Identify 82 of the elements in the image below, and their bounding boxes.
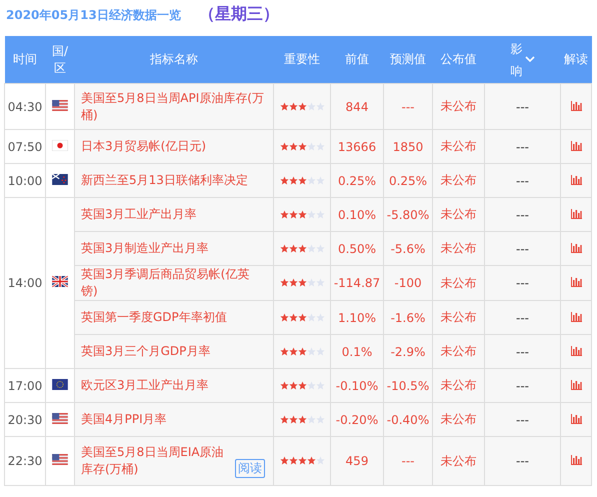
- flag-icon: [52, 454, 68, 465]
- forecast-value: -10.5%: [384, 368, 432, 402]
- bar-chart-icon[interactable]: [570, 140, 582, 150]
- bar-chart-icon[interactable]: [570, 312, 582, 322]
- time-cell: 20:30: [4, 402, 46, 436]
- bar-chart-icon[interactable]: [570, 346, 582, 356]
- flag-icon: [52, 140, 68, 150]
- bar-chart-icon[interactable]: [570, 414, 582, 424]
- column-header: 时间: [4, 36, 46, 84]
- flag-icon: [52, 276, 68, 287]
- bar-chart-icon[interactable]: [570, 380, 582, 390]
- impact-value: ---: [484, 368, 560, 402]
- forecast-value: -5.6%: [384, 232, 432, 266]
- actual-value: 未公布: [432, 436, 484, 486]
- column-header: 国/区: [46, 36, 74, 84]
- forecast-value: -2.9%: [384, 334, 432, 368]
- impact-value: ---: [484, 130, 560, 164]
- time-cell: 22:30: [4, 436, 46, 486]
- actual-value: 未公布: [432, 334, 484, 368]
- previous-value: 459: [330, 436, 384, 486]
- actual-value: 未公布: [432, 300, 484, 334]
- forecast-value: -1.6%: [384, 300, 432, 334]
- actual-value: 未公布: [432, 368, 484, 402]
- impact-value: ---: [484, 300, 560, 334]
- actual-value: 未公布: [432, 232, 484, 266]
- previous-value: 844: [330, 84, 384, 130]
- impact-value: ---: [484, 266, 560, 300]
- time-cell: 04:30: [4, 84, 46, 130]
- bar-chart-icon[interactable]: [570, 242, 582, 252]
- previous-value: -0.10%: [330, 368, 384, 402]
- bar-chart-icon[interactable]: [570, 100, 582, 110]
- previous-value: 0.10%: [330, 198, 384, 232]
- chevron-down-icon: [524, 56, 534, 63]
- previous-value: -0.20%: [330, 402, 384, 436]
- impact-value: ---: [484, 84, 560, 130]
- column-header: 重要性: [274, 36, 330, 84]
- previous-value: 13666: [330, 130, 384, 164]
- time-cell: 14:00: [4, 198, 46, 368]
- previous-value: 0.25%: [330, 164, 384, 198]
- indicator-name[interactable]: 美国至5月8日当周EIA原油库存(万桶): [81, 444, 231, 478]
- impact-value: ---: [484, 334, 560, 368]
- column-header: 前值: [330, 36, 384, 84]
- previous-value: 0.50%: [330, 232, 384, 266]
- previous-value: 0.1%: [330, 334, 384, 368]
- actual-value: 未公布: [432, 198, 484, 232]
- actual-value: 未公布: [432, 164, 484, 198]
- impact-value: ---: [484, 232, 560, 266]
- bar-chart-icon[interactable]: [570, 174, 582, 184]
- column-header: 预测值: [384, 36, 432, 84]
- previous-value: 1.10%: [330, 300, 384, 334]
- actual-value: 未公布: [432, 84, 484, 130]
- time-cell: 07:50: [4, 130, 46, 164]
- actual-value: 未公布: [432, 402, 484, 436]
- forecast-value: -100: [384, 266, 432, 300]
- bar-chart-icon[interactable]: [570, 277, 582, 287]
- weekday-label: （星期三）: [198, 4, 279, 25]
- column-header: 公布值: [432, 36, 484, 84]
- impact-value: ---: [484, 436, 560, 486]
- flag-icon: [52, 100, 68, 110]
- actual-value: 未公布: [432, 266, 484, 300]
- flag-icon: [52, 174, 68, 184]
- actual-value: 未公布: [432, 130, 484, 164]
- forecast-value: 0.25%: [384, 164, 432, 198]
- column-header: 指标名称: [74, 36, 274, 84]
- forecast-value: 1850: [384, 130, 432, 164]
- bar-chart-icon[interactable]: [570, 208, 582, 218]
- flag-icon: [52, 412, 68, 424]
- read-link[interactable]: 阅读: [235, 459, 265, 478]
- flag-icon: [52, 378, 68, 390]
- page-title: 2020年05月13日经济数据一览: [6, 7, 181, 24]
- impact-value: ---: [484, 198, 560, 232]
- forecast-value: ---: [384, 436, 432, 486]
- forecast-value: -5.80%: [384, 198, 432, 232]
- column-header: 解读: [560, 36, 592, 84]
- impact-value: ---: [484, 164, 560, 198]
- time-cell: 10:00: [4, 164, 46, 198]
- time-cell: 17:00: [4, 368, 46, 402]
- impact-value: ---: [484, 402, 560, 436]
- forecast-value: -0.40%: [384, 402, 432, 436]
- forecast-value: ---: [384, 84, 432, 130]
- bar-chart-icon[interactable]: [570, 455, 582, 465]
- previous-value: -114.87: [330, 266, 384, 300]
